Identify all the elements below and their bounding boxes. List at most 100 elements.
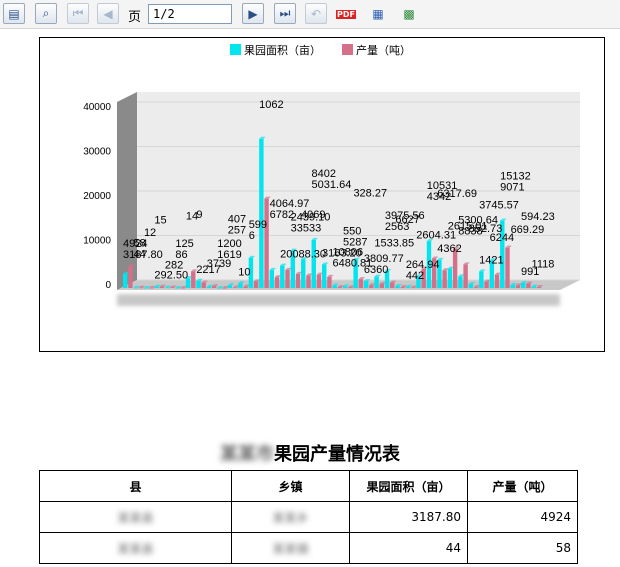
y-tick-label: 10000: [83, 236, 111, 247]
legend-label: 产量（吨）: [356, 43, 411, 57]
area-cell: 3187.80: [349, 501, 468, 533]
bar: [363, 281, 369, 288]
export-pdf-icon[interactable]: PDF: [336, 5, 356, 23]
bar: [238, 283, 243, 288]
bar: [159, 286, 165, 288]
bar: [143, 287, 149, 289]
bar: [505, 247, 510, 288]
data-label: 407: [228, 213, 246, 225]
bar: [217, 287, 222, 289]
bar: [133, 287, 138, 289]
data-label: 5031.64: [312, 179, 352, 191]
data-label: 264.94: [406, 259, 440, 271]
data-label: 1619: [217, 249, 241, 261]
data-label: 442: [406, 270, 424, 282]
data-label: 4069: [301, 209, 325, 221]
bar: [128, 266, 133, 288]
bar: [369, 285, 374, 288]
prev-page-icon[interactable]: ◀: [97, 3, 119, 24]
data-label: 292.50: [154, 270, 188, 282]
data-label: 8402: [312, 168, 336, 180]
data-label: 1421: [479, 254, 503, 266]
report-title: 某某市果园产量情况表: [0, 440, 620, 466]
bar: [484, 281, 489, 288]
first-page-icon[interactable]: ⏮: [67, 3, 89, 24]
title-prefix-blurred: 某某市: [220, 444, 274, 465]
bar: [316, 274, 322, 288]
find-icon[interactable]: ⌕: [35, 3, 57, 24]
bar: [400, 287, 405, 288]
bar: [447, 268, 453, 288]
col-town: 乡镇: [231, 470, 350, 502]
data-label: 5287: [343, 237, 367, 249]
data-label: 550: [343, 226, 361, 238]
next-page-icon[interactable]: ▶: [242, 3, 264, 24]
bar: [154, 286, 159, 288]
bar: [222, 287, 227, 289]
data-label: 1200: [217, 238, 241, 250]
data-label: 6627: [395, 214, 419, 226]
bar: [468, 284, 474, 288]
bar: [358, 279, 364, 288]
data-label: 9: [196, 209, 202, 221]
bar: [463, 264, 468, 288]
legend-swatch: [230, 44, 241, 55]
bar: [311, 239, 316, 288]
bar: [170, 287, 175, 288]
data-label: 6317.69: [437, 188, 477, 200]
data-label: 669.29: [511, 224, 545, 236]
bar: [196, 280, 201, 288]
back-icon[interactable]: ↶: [305, 3, 327, 24]
page-label: 页: [128, 10, 142, 25]
bar: [332, 285, 337, 288]
page-number-input[interactable]: [148, 4, 232, 24]
data-label: 6360: [364, 264, 388, 276]
data-label: 328.27: [353, 188, 387, 200]
data-label: 9071: [500, 182, 524, 194]
bar: [227, 285, 233, 288]
legend-label: 果园面积（亩）: [244, 43, 321, 57]
bar: [201, 282, 206, 288]
area-cell: 44: [349, 532, 468, 564]
bar: [515, 285, 521, 288]
bar: [374, 276, 379, 288]
report-table: 县 乡镇 果园面积（亩） 产量（吨） 某某县 某某乡 3187.80 4924 …: [39, 470, 578, 564]
data-label: 12: [144, 227, 156, 239]
town-cell: 某某镇: [272, 541, 309, 556]
table-header-row: 县 乡镇 果园面积（亩） 产量（吨）: [39, 470, 578, 502]
col-output: 产量（吨）: [467, 470, 578, 502]
bar: [322, 264, 327, 288]
bar: [337, 287, 343, 288]
last-page-icon[interactable]: ⏭: [274, 3, 296, 24]
data-label: 4064.97: [270, 198, 310, 210]
bar: [206, 286, 212, 288]
data-label: 1533.85: [374, 238, 414, 250]
toc-icon[interactable]: ▤: [3, 3, 25, 24]
export-excel-icon[interactable]: ▩: [400, 5, 418, 23]
bar: [285, 269, 290, 288]
county-cell: 某某县: [117, 510, 154, 525]
data-label: 594.23: [521, 211, 555, 223]
data-label: 125: [175, 238, 193, 250]
bar: [327, 276, 332, 288]
bar: [211, 286, 217, 288]
bar: [175, 287, 180, 289]
bar: [479, 271, 484, 288]
bar: [232, 287, 238, 289]
data-label: 282: [165, 259, 183, 271]
bar: [149, 287, 154, 289]
bar: [348, 287, 353, 288]
bar: [274, 277, 280, 288]
bar: [164, 287, 170, 289]
bar: [510, 285, 515, 288]
bar: [138, 287, 144, 289]
bar: [526, 283, 531, 288]
data-label: 4362: [437, 243, 461, 255]
export-word-icon[interactable]: ▦: [369, 5, 387, 23]
bar: [390, 282, 395, 288]
bar: [411, 287, 416, 289]
data-label: 15: [154, 215, 166, 227]
data-label: 1118: [532, 259, 555, 271]
bar: [243, 286, 248, 288]
bar: [379, 283, 384, 288]
